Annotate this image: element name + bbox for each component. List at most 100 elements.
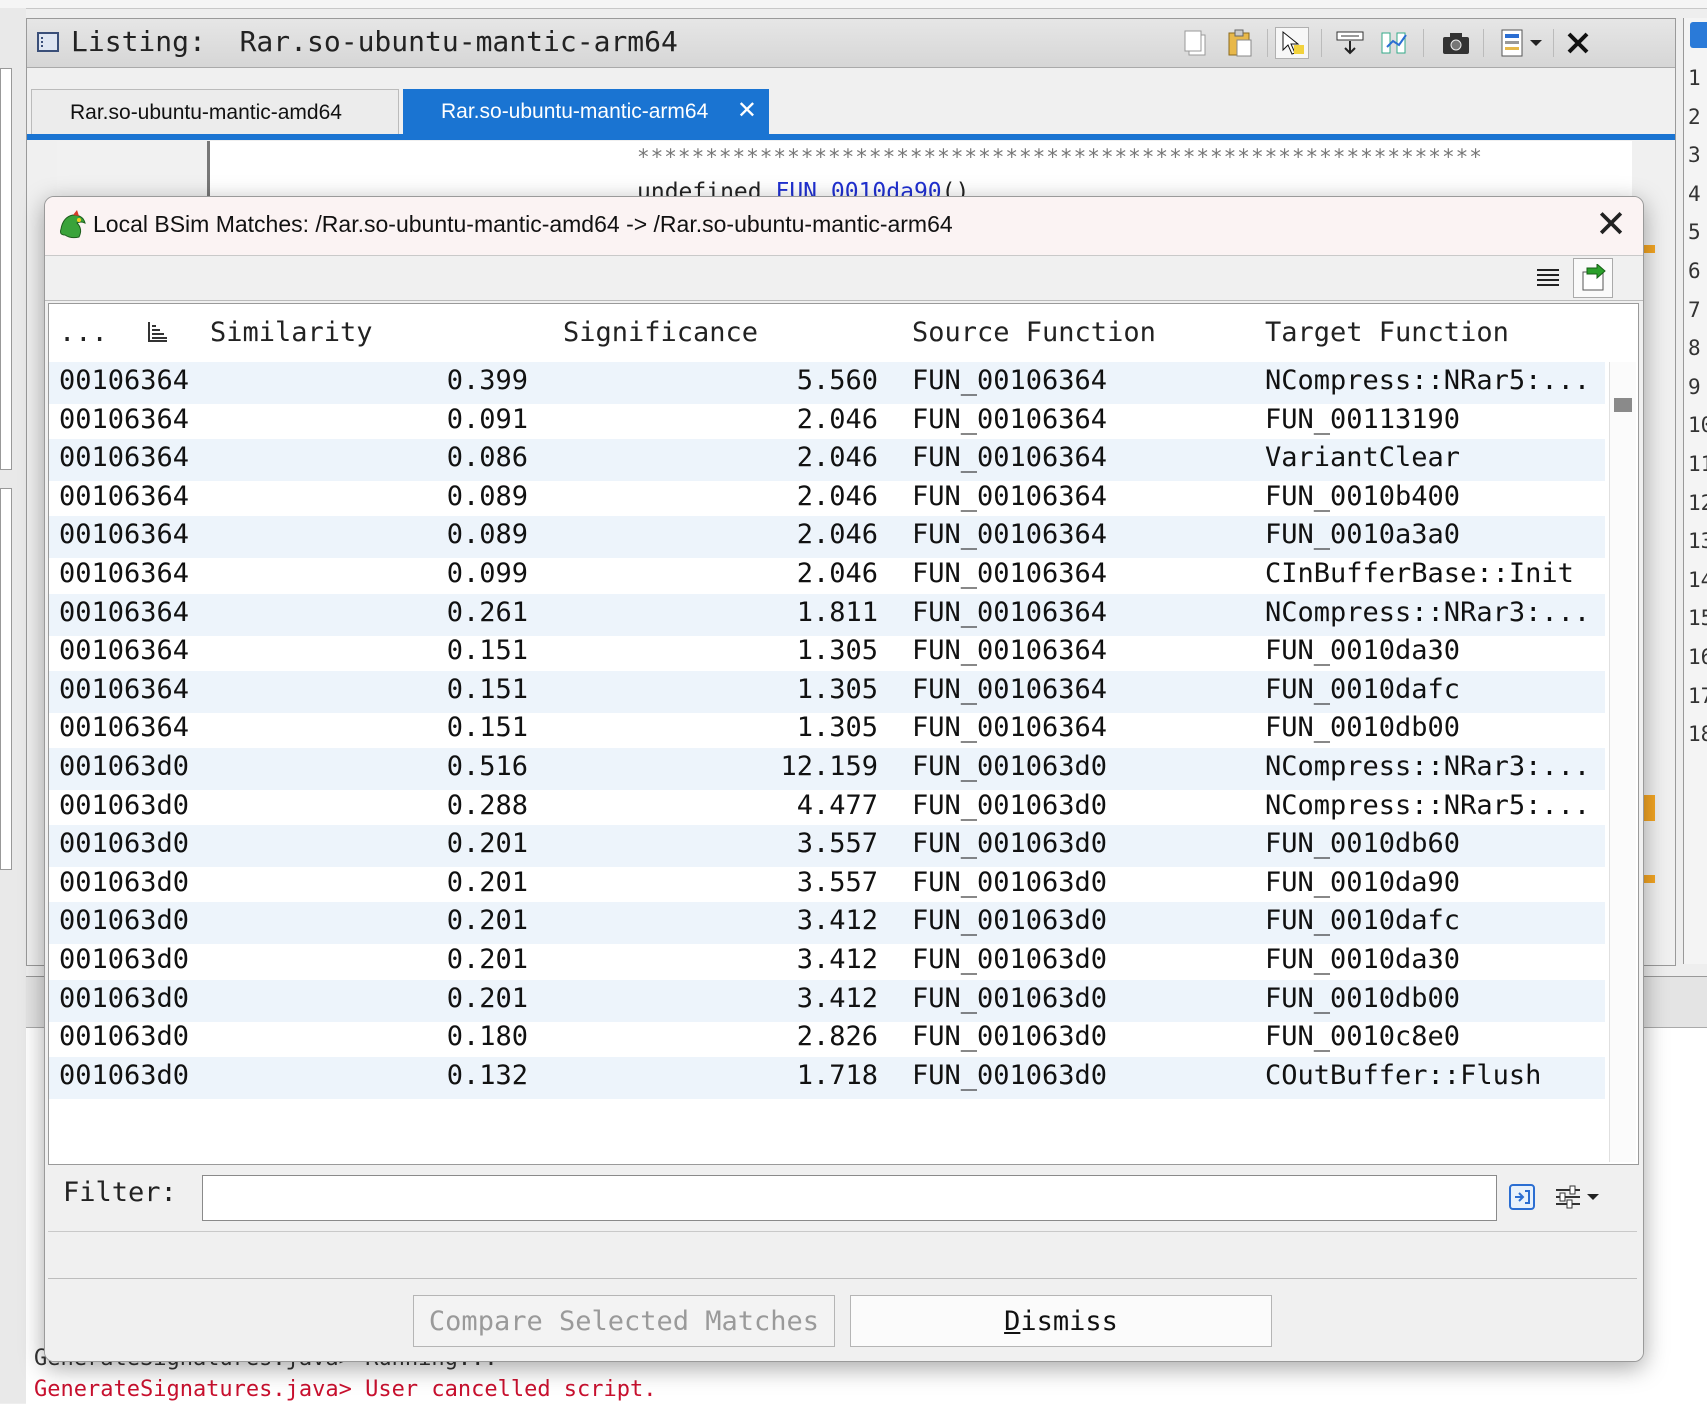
table-lines-icon[interactable] (1528, 258, 1568, 298)
table-row[interactable]: 00106364 0.399 5.560 FUN_00106364 NCompress:… (49, 362, 1605, 404)
column-header-target-function[interactable]: Target Function (1265, 317, 1509, 348)
cell-similarity: 0.132 (446, 1059, 528, 1091)
vertical-scrollbar[interactable] (1609, 362, 1636, 1162)
close-icon[interactable] (1561, 27, 1595, 59)
table-row[interactable]: 00106364 0.091 2.046 FUN_00106364 FUN_001131… (49, 401, 1605, 443)
cell-address: 001063d0 (59, 1021, 190, 1053)
cell-target-function: NCompress::NRar5:... (1265, 789, 1591, 821)
table-row[interactable]: 001063d0 0.180 2.826 FUN_001063d0 FUN_0010c8… (49, 1018, 1605, 1060)
cell-significance: 12.159 (780, 751, 878, 782)
decompiler-line-number: 10 (1688, 413, 1707, 438)
left-panel-edge (0, 488, 12, 870)
cell-address: 001063d0 (59, 866, 190, 898)
table-row[interactable]: 001063d0 0.132 1.718 FUN_001063d0 COutBuffer… (49, 1056, 1605, 1099)
tab-amd64[interactable]: Rar.so-ubuntu-mantic-amd64 (31, 89, 399, 135)
diff-icon[interactable] (1377, 27, 1411, 59)
cell-source-function: FUN_001063d0 (912, 944, 1108, 975)
cell-similarity: 0.180 (446, 1021, 528, 1053)
cell-significance: 5.560 (796, 365, 878, 396)
table-row[interactable]: 001063d0 0.201 3.412 FUN_001063d0 FUN_0010da… (49, 941, 1605, 983)
cell-significance: 2.046 (796, 480, 878, 512)
table-row[interactable]: 001063d0 0.201 3.557 FUN_001063d0 FUN_0010da… (49, 864, 1605, 906)
chevron-down-icon[interactable] (1525, 27, 1547, 59)
cell-address: 00106364 (59, 365, 190, 396)
table-row[interactable]: 00106364 0.151 1.305 FUN_00106364 FUN_0010db… (49, 709, 1605, 751)
toolbar-separator (1321, 29, 1322, 57)
table-row[interactable]: 001063d0 0.201 3.412 FUN_001063d0 FUN_0010db… (49, 979, 1605, 1022)
cell-similarity: 0.201 (446, 866, 528, 898)
table-row[interactable]: 001063d0 0.201 3.557 FUN_001063d0 FUN_0010db… (49, 825, 1605, 868)
filter-options-icon[interactable] (1550, 1179, 1586, 1215)
decompiler-line-number: 17 (1688, 683, 1707, 708)
column-header-similarity[interactable]: Similarity (210, 317, 373, 348)
table-row[interactable]: 00106364 0.151 1.305 FUN_00106364 FUN_0010da… (49, 632, 1605, 674)
decompiler-line-number: 5 (1688, 220, 1701, 245)
cell-significance: 3.412 (796, 982, 878, 1014)
cell-source-function: FUN_00106364 (912, 635, 1108, 667)
table-row[interactable]: 001063d0 0.516 12.159 FUN_001063d0 NCompress… (49, 748, 1605, 790)
cell-address: 00106364 (59, 673, 190, 705)
cell-source-function: FUN_00106364 (912, 403, 1108, 435)
dialog-toolbar (45, 256, 1643, 301)
cell-source-function: FUN_001063d0 (912, 828, 1108, 860)
cell-address: 00106364 (59, 403, 190, 435)
cell-source-function: FUN_00106364 (912, 712, 1108, 744)
decompiler-line-number: 4 (1688, 181, 1701, 206)
navigation-icon[interactable] (1333, 27, 1367, 59)
table-row[interactable]: 00106364 0.086 2.046 FUN_00106364 VariantCle… (49, 439, 1605, 482)
table-row[interactable]: 001063d0 0.288 4.477 FUN_001063d0 NCompress:… (49, 787, 1605, 829)
cell-source-function: FUN_001063d0 (912, 982, 1108, 1014)
close-icon[interactable]: ✕ (1595, 203, 1627, 247)
decompiler-line-number: 2 (1688, 104, 1701, 129)
decompiler-line-number: 6 (1688, 259, 1701, 283)
chevron-down-icon[interactable] (1582, 1179, 1604, 1215)
table-row[interactable]: 00106364 0.261 1.811 FUN_00106364 NCompress:… (49, 593, 1605, 636)
close-icon[interactable]: ✕ (737, 96, 757, 125)
cell-target-function: FUN_00113190 (1265, 403, 1461, 435)
toolbar-separator (1267, 29, 1268, 57)
cell-significance: 4.477 (796, 789, 878, 821)
copy-icon[interactable] (1179, 27, 1213, 59)
decompiler-tab-icon[interactable] (1690, 22, 1707, 48)
cell-significance: 1.305 (796, 712, 878, 744)
scrollbar-thumb[interactable] (1614, 398, 1632, 412)
dismiss-button[interactable]: Dismiss (850, 1295, 1272, 1347)
filter-input[interactable] (202, 1175, 1497, 1221)
select-cursor-icon[interactable] (1275, 27, 1309, 59)
table-row[interactable]: 00106364 0.151 1.305 FUN_00106364 FUN_0010da… (49, 670, 1605, 713)
cell-target-function: NCompress::NRar3:... (1265, 751, 1591, 782)
cell-similarity: 0.288 (446, 789, 528, 821)
tab-arm64[interactable]: Rar.so-ubuntu-mantic-arm64 ✕ (403, 89, 769, 135)
status-area (48, 1231, 1637, 1279)
listing-titlebar: Listing: Rar.so-ubuntu-mantic-arm64 (27, 19, 1675, 68)
cell-target-function: FUN_0010da30 (1265, 635, 1461, 667)
decompiler-line-number: 12 (1688, 490, 1707, 515)
cell-similarity: 0.201 (446, 982, 528, 1014)
table-row[interactable]: 00106364 0.089 2.046 FUN_00106364 FUN_0010a3… (49, 516, 1605, 559)
cell-source-function: FUN_001063d0 (912, 1021, 1108, 1053)
filter-apply-icon[interactable] (1504, 1179, 1540, 1215)
column-header-address[interactable]: ... (59, 317, 108, 348)
cell-source-function: FUN_00106364 (912, 480, 1108, 512)
decompiler-line-number: 11 (1688, 452, 1707, 476)
cell-target-function: FUN_0010dafc (1265, 673, 1461, 705)
table-row[interactable]: 00106364 0.089 2.046 FUN_00106364 FUN_0010b4… (49, 478, 1605, 520)
cell-target-function: NCompress::NRar3:... (1265, 596, 1591, 628)
cell-address: 00106364 (59, 519, 190, 551)
cell-target-function: FUN_0010db00 (1265, 982, 1461, 1014)
table-row[interactable]: 001063d0 0.201 3.412 FUN_001063d0 FUN_0010da… (49, 902, 1605, 945)
sort-column-icon[interactable] (146, 320, 170, 344)
column-header-significance[interactable]: Significance (563, 317, 758, 348)
matches-table: ... Similarity Significance Source Funct… (48, 303, 1639, 1165)
snapshot-camera-icon[interactable] (1439, 27, 1473, 59)
field-layout-icon[interactable] (1495, 27, 1529, 59)
compare-selected-matches-button[interactable]: Compare Selected Matches (413, 1295, 835, 1347)
paste-icon[interactable] (1223, 27, 1257, 59)
column-header-source-function[interactable]: Source Function (912, 317, 1156, 348)
cell-similarity: 0.201 (446, 828, 528, 860)
export-table-icon[interactable] (1573, 258, 1613, 298)
cell-similarity: 0.261 (446, 596, 528, 628)
cell-address: 00106364 (59, 480, 190, 512)
toolbar-separator (1423, 29, 1424, 57)
table-row[interactable]: 00106364 0.099 2.046 FUN_00106364 CInBufferB… (49, 555, 1605, 597)
